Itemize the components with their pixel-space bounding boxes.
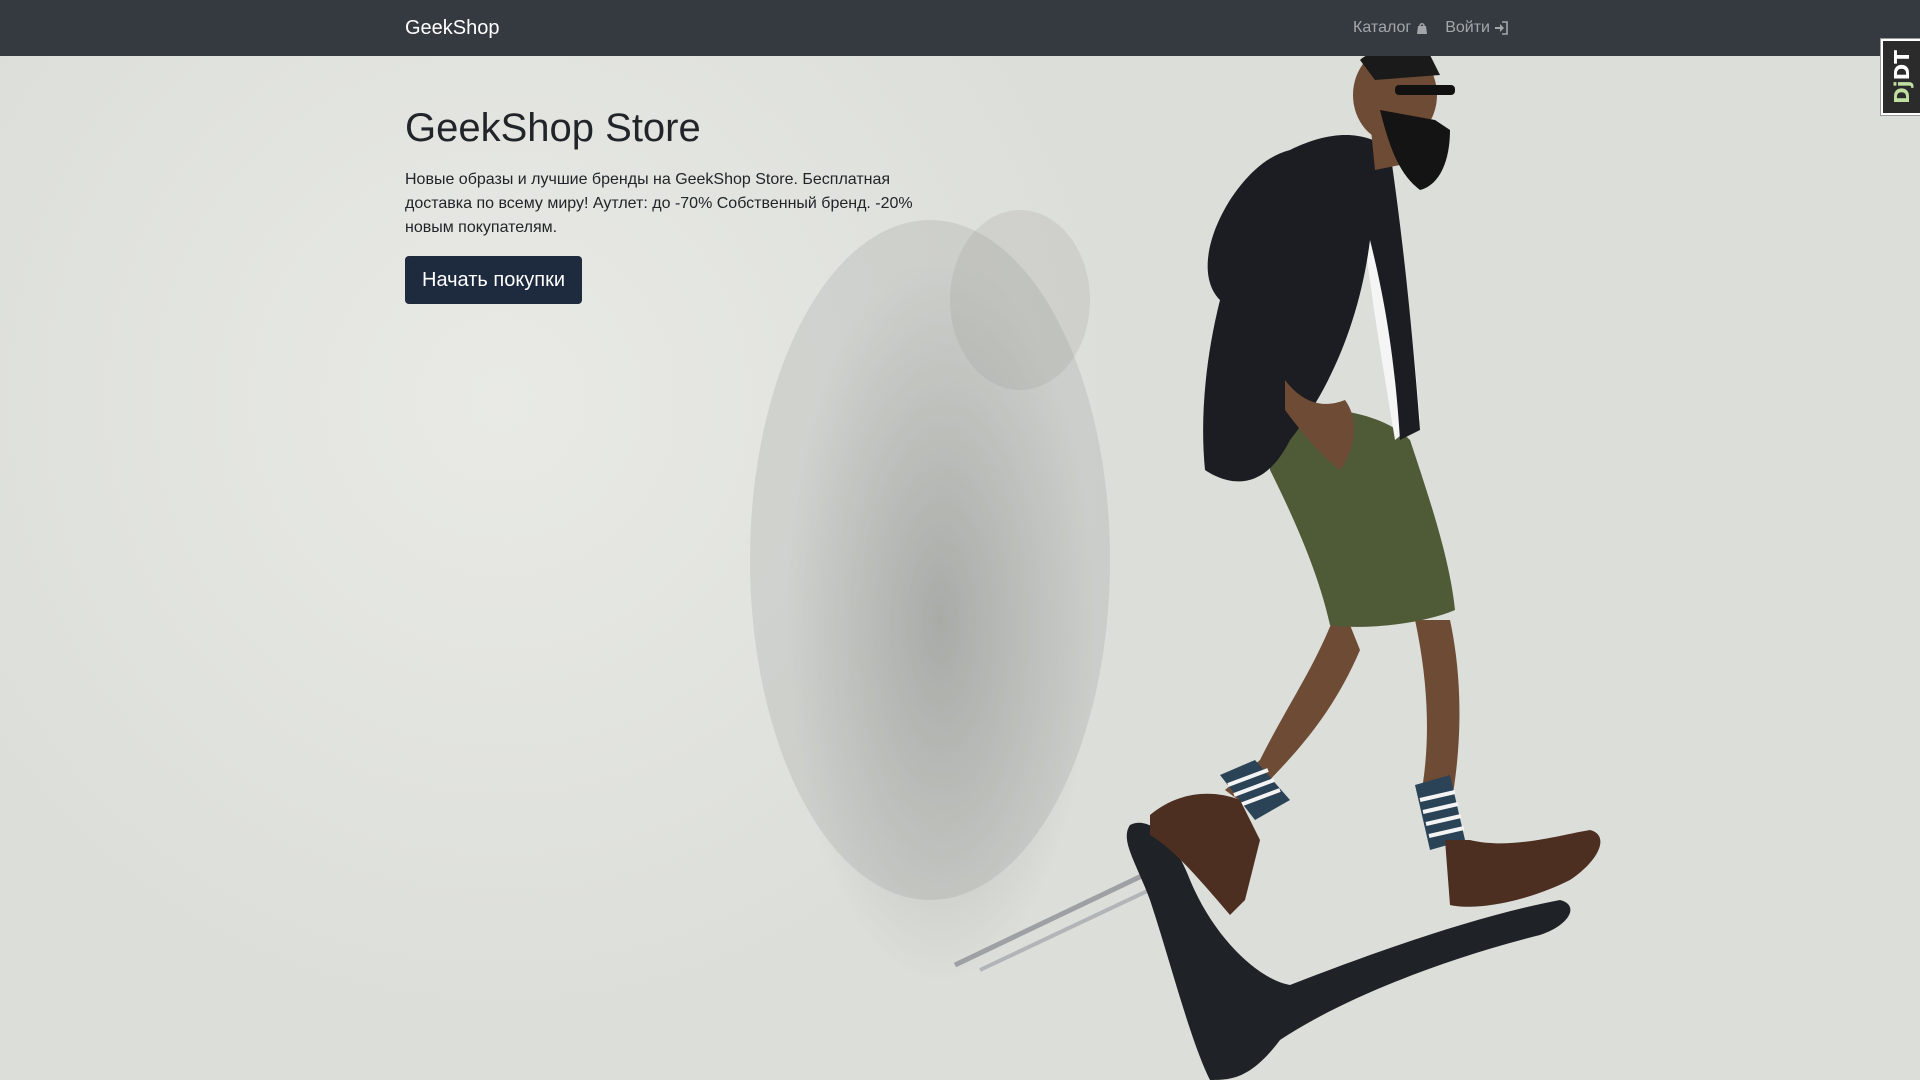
- hero-title: GeekShop Store: [405, 106, 701, 150]
- hero-description: Новые образы и лучшие бренды на GeekShop…: [405, 171, 913, 236]
- sunglasses: [1395, 85, 1455, 95]
- nav-link-login-label: Войти: [1445, 19, 1490, 36]
- debug-toolbar-label-dt: DT: [1889, 50, 1914, 81]
- sign-in-icon: [1495, 21, 1508, 35]
- debug-toolbar-handle[interactable]: DjDT: [1881, 39, 1920, 115]
- brand-link[interactable]: GeekShop: [405, 16, 500, 40]
- right-boot: [1445, 830, 1601, 907]
- hero-content: GeekShop Store Новые образы и лучшие бре…: [405, 100, 935, 304]
- shopping-bag-icon: [1417, 23, 1428, 34]
- debug-toolbar-label: DjDT: [1890, 50, 1914, 104]
- debug-toolbar-label-dj: Dj: [1889, 80, 1914, 104]
- chair-leg: [953, 869, 1152, 968]
- nav-link-login[interactable]: Войти: [1445, 17, 1508, 39]
- nav-link-catalog-label: Каталог: [1353, 19, 1412, 36]
- navbar: GeekShop Каталог Войти: [0, 0, 1920, 56]
- nav-link-catalog[interactable]: Каталог: [1353, 17, 1429, 39]
- chair-leg: [979, 883, 1161, 972]
- nav-links: Каталог Войти: [1353, 17, 1508, 39]
- hero-photo: [750, 47, 1601, 1080]
- start-shopping-button[interactable]: Начать покупки: [405, 256, 583, 304]
- shorts: [1270, 409, 1455, 627]
- right-sock: [1415, 775, 1465, 850]
- wall-shadow-head: [950, 210, 1090, 390]
